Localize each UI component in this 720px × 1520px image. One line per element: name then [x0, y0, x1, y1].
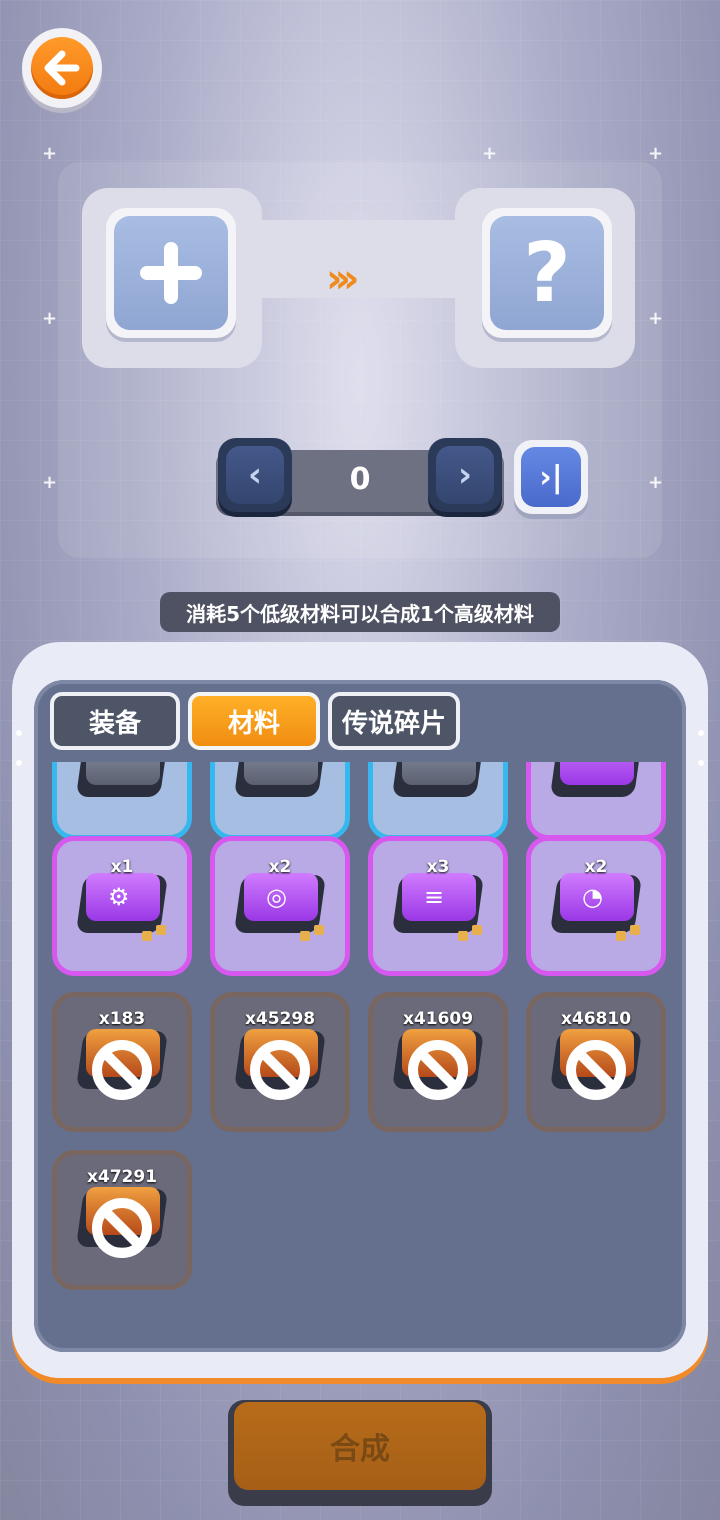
- panel-rivet: [698, 730, 704, 736]
- inventory-item-locked[interactable]: x46810: [526, 992, 666, 1132]
- inventory-item[interactable]: [210, 762, 350, 840]
- ban-icon: [92, 1039, 152, 1100]
- inventory-item-locked[interactable]: x41609: [368, 992, 508, 1132]
- inventory-item-locked[interactable]: x47291: [52, 1150, 192, 1290]
- panel-rivet: [16, 730, 22, 736]
- gear-icon: ⚙: [108, 883, 130, 911]
- tab-materials[interactable]: 材料: [188, 692, 320, 750]
- ban-icon: [250, 1039, 310, 1100]
- plus-icon: [114, 216, 228, 330]
- ban-icon: [92, 1197, 152, 1258]
- inventory-item[interactable]: [52, 762, 192, 840]
- max-quantity-button[interactable]: ›|: [514, 440, 588, 514]
- item-quantity: x2: [268, 857, 292, 877]
- target-icon: ◎: [266, 883, 287, 911]
- question-icon: ?: [490, 216, 604, 330]
- item-quantity: x41609: [402, 1009, 474, 1029]
- item-quantity: x47291: [86, 1167, 158, 1187]
- item-quantity: x183: [98, 1009, 146, 1029]
- inventory-item-locked[interactable]: x45298: [210, 992, 350, 1132]
- chevron-left-icon: ‹: [226, 446, 284, 504]
- inventory-item-locked[interactable]: x183: [52, 992, 192, 1132]
- panel-rivet: [16, 760, 22, 766]
- grid-plus-decoration: +: [42, 472, 58, 493]
- inventory-item[interactable]: ⚙ x1: [52, 836, 192, 976]
- output-material-slot: ?: [482, 208, 612, 338]
- synthesis-hint: 消耗5个低级材料可以合成1个高级材料: [160, 592, 560, 632]
- inventory-item[interactable]: ◔ x2: [526, 836, 666, 976]
- inventory-item[interactable]: [368, 762, 508, 840]
- inventory-item[interactable]: ◎ x2: [210, 836, 350, 976]
- panel-rivet: [698, 760, 704, 766]
- increase-button[interactable]: ›: [428, 438, 502, 512]
- chevron-right-icon: ›: [436, 446, 494, 504]
- item-quantity: x3: [426, 857, 450, 877]
- input-material-slot[interactable]: [106, 208, 236, 338]
- grid-plus-decoration: +: [482, 143, 498, 164]
- item-grid: ⚙ x1 ◎ x2 ≡ x3 ◔ x2 x183 x45298 x41609 x…: [34, 762, 686, 1352]
- item-quantity: x46810: [560, 1009, 632, 1029]
- forge-arrow-icon: ›››: [326, 256, 360, 302]
- grid-plus-decoration: +: [648, 143, 664, 164]
- back-button[interactable]: [22, 28, 102, 108]
- grid-plus-decoration: +: [42, 308, 58, 329]
- synthesize-button[interactable]: 合成: [234, 1402, 486, 1490]
- item-quantity: x1: [110, 857, 134, 877]
- ban-icon: [566, 1039, 626, 1100]
- inventory-item[interactable]: [526, 762, 666, 840]
- inventory-item[interactable]: ≡ x3: [368, 836, 508, 976]
- tab-legendary-fragments[interactable]: 传说碎片: [328, 692, 460, 750]
- item-quantity: x45298: [244, 1009, 316, 1029]
- ban-icon: [408, 1039, 468, 1100]
- quantity-value: 0: [349, 462, 371, 497]
- decrease-button[interactable]: ‹: [218, 438, 292, 512]
- tab-equipment[interactable]: 装备: [50, 692, 180, 750]
- stack-icon: ≡: [424, 883, 445, 911]
- grid-plus-decoration: +: [42, 143, 58, 164]
- skip-to-end-icon: ›|: [521, 447, 581, 507]
- pie-icon: ◔: [582, 883, 603, 911]
- back-arrow-icon: [31, 37, 93, 99]
- item-quantity: x2: [584, 857, 608, 877]
